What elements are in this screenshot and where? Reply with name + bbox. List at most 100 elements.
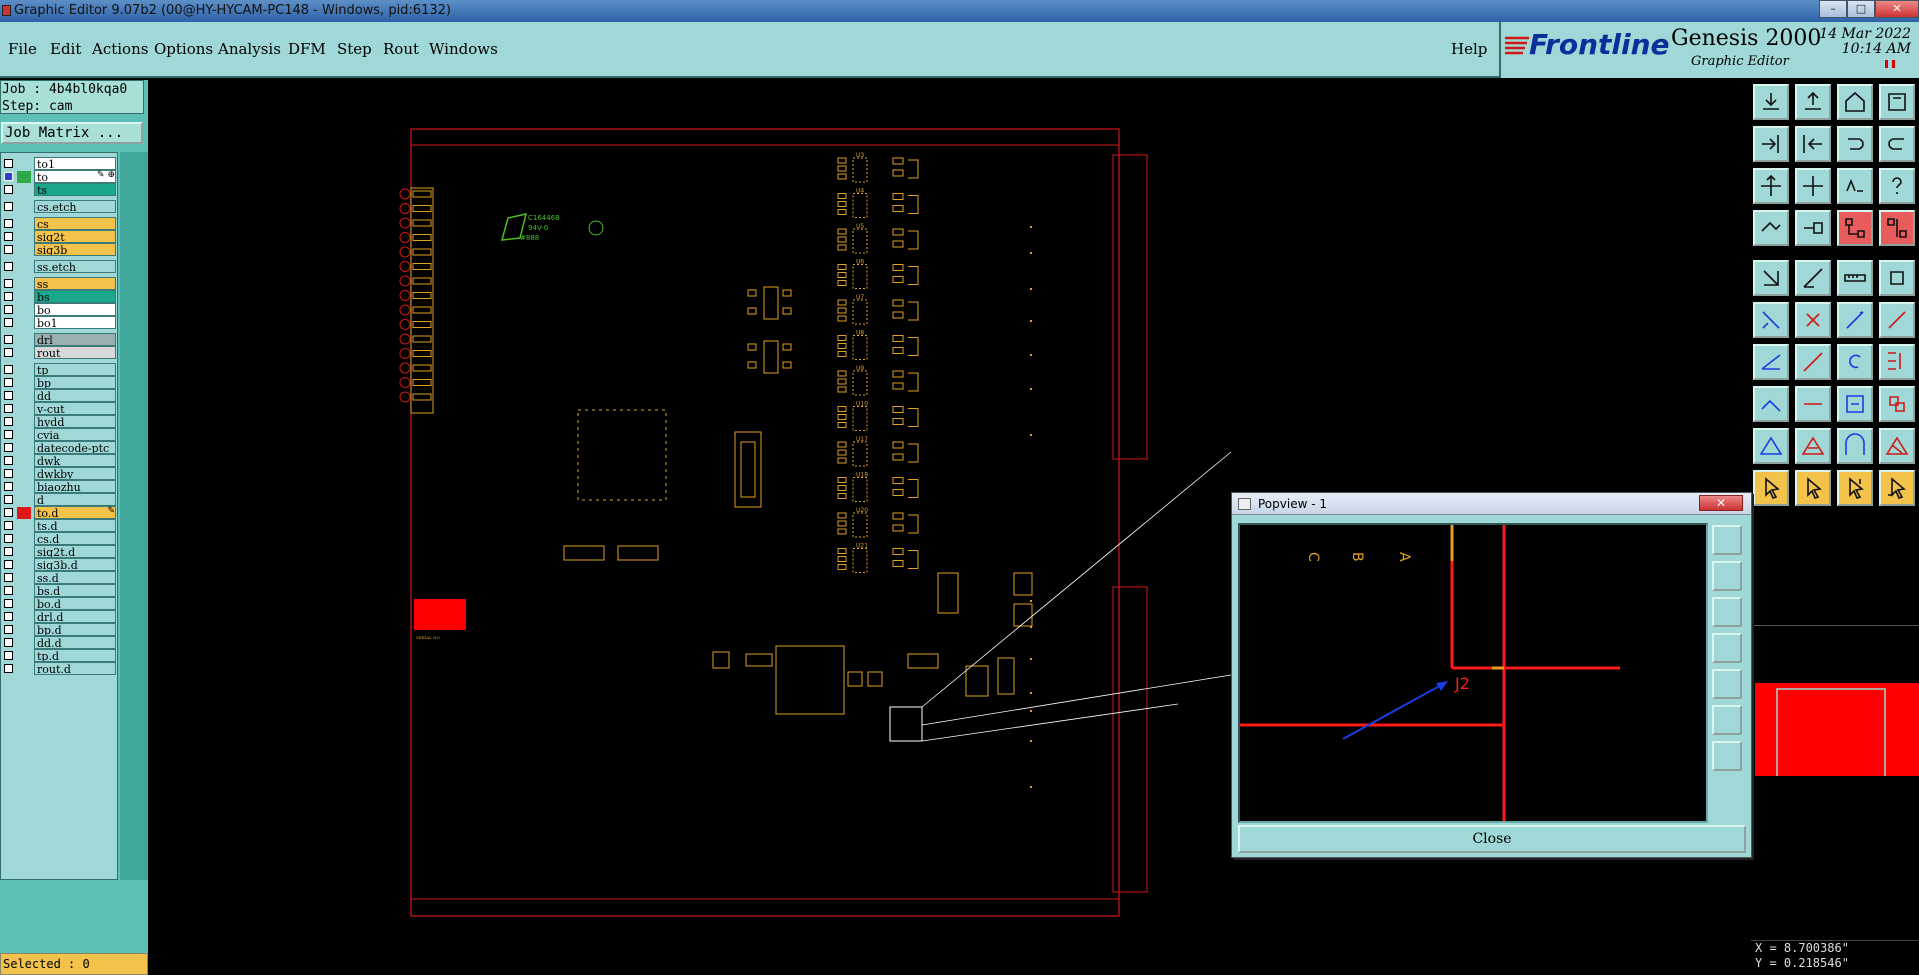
layer-name[interactable]: hydd [34,415,116,428]
layer-checkbox[interactable] [4,305,13,314]
layer-row[interactable]: sig2t [1,230,119,244]
layer-name[interactable]: ss [34,277,116,290]
export-icon[interactable] [1795,126,1831,162]
layer-checkbox[interactable] [4,404,13,413]
popview-pan-up-icon[interactable] [1712,561,1742,591]
layer-checkbox[interactable] [4,508,13,517]
layer-checkbox[interactable] [4,335,13,344]
layer-row[interactable]: cs.d [1,532,119,546]
layer-checkbox[interactable] [4,625,13,634]
layer-name[interactable]: datecode-ptc [34,441,116,454]
layer-row[interactable]: ss [1,277,119,291]
layer-row[interactable]: dwk [1,454,119,468]
open-icon[interactable] [1753,84,1789,120]
popview-close-icon[interactable]: ✕ [1699,495,1743,511]
layer-row[interactable]: ss.etch [1,260,119,274]
layer-row[interactable]: bo [1,303,119,317]
layer-row[interactable]: rout.d [1,662,119,676]
layer-checkbox[interactable] [4,159,13,168]
layer-row[interactable]: ts.d [1,519,119,533]
maximize-button[interactable]: □ [1847,0,1875,18]
help-icon[interactable] [1879,168,1915,204]
select-icon[interactable] [1753,260,1789,296]
zoom-fit-icon[interactable] [1753,168,1789,204]
layer-name[interactable]: cvia [34,428,116,441]
copy-icon[interactable] [1879,386,1915,422]
measure-icon[interactable] [1753,210,1789,246]
layer-name[interactable]: cs [34,217,116,230]
layer-row[interactable]: bp.d [1,623,119,637]
layer-name[interactable]: bp [34,376,116,389]
layer-row[interactable]: ss.d [1,571,119,585]
layer-row[interactable]: dd [1,389,119,403]
layer-name[interactable]: v-cut [34,402,116,415]
layer-name[interactable]: cs.d [34,532,116,545]
menu-edit[interactable]: Edit [50,40,81,58]
job-matrix-button[interactable]: Job Matrix ... [1,122,143,144]
layer-checkbox[interactable] [4,534,13,543]
layer-checkbox[interactable] [4,521,13,530]
pointer-move-icon[interactable] [1879,470,1915,506]
triangle-icon[interactable] [1753,428,1789,464]
pointer-icon[interactable] [1753,470,1789,506]
layer-checkbox[interactable] [4,651,13,660]
layer-name[interactable]: tp [34,363,116,376]
menu-dfm[interactable]: DFM [288,40,326,58]
layer-name[interactable]: ts [34,183,116,196]
popview-pan-right-icon[interactable] [1712,669,1742,699]
layer-row[interactable]: bp [1,376,119,390]
rotate-icon[interactable] [1837,344,1873,380]
menu-step[interactable]: Step [337,40,372,58]
menu-help[interactable]: Help [1451,40,1487,58]
stretch-icon[interactable] [1879,84,1915,120]
dimension-icon[interactable] [1837,386,1873,422]
layer-name[interactable]: tp.d [34,649,116,662]
layer-name[interactable]: sig2t [34,230,116,243]
layer-row[interactable]: drl.d [1,610,119,624]
layer-name[interactable]: dwk [34,454,116,467]
arch-icon[interactable] [1837,428,1873,464]
close-window-button[interactable]: ✕ [1875,0,1919,18]
layer-row[interactable]: v-cut [1,402,119,416]
layer-row[interactable]: tp [1,363,119,377]
layer-checkbox[interactable] [4,417,13,426]
layer-checkbox[interactable] [4,482,13,491]
layer-row[interactable]: biaozhu [1,480,119,494]
layer-checkbox[interactable] [4,185,13,194]
popview-zoom-icon[interactable] [1712,525,1742,555]
layer-row[interactable]: ts [1,183,119,197]
layer-name[interactable]: bs [34,290,116,303]
layer-name[interactable]: d [34,493,116,506]
layer-checkbox[interactable] [4,172,13,181]
popview-center-icon[interactable] [1712,741,1742,771]
layer-row[interactable]: to ✎ ⊕ [1,170,119,184]
layer-checkbox[interactable] [4,262,13,271]
text-icon[interactable] [1879,344,1915,380]
pad-icon[interactable] [1879,260,1915,296]
layer-row[interactable]: datecode-ptc [1,441,119,455]
menu-analysis[interactable]: Analysis [218,40,281,58]
layer-checkbox[interactable] [4,378,13,387]
add-point-icon[interactable] [1837,302,1873,338]
layer-checkbox[interactable] [4,560,13,569]
redo-icon[interactable] [1879,126,1915,162]
layer-row[interactable]: bs [1,290,119,304]
layer-name[interactable]: drl.d [34,610,116,623]
layers-alt-icon[interactable] [1879,210,1915,246]
menu-options[interactable]: Options [154,40,213,58]
layer-checkbox[interactable] [4,443,13,452]
layer-name[interactable]: bs.d [34,584,116,597]
layer-row[interactable]: to1 [1,157,119,171]
delete-node-icon[interactable] [1795,302,1831,338]
arc-icon[interactable] [1795,344,1831,380]
layer-row[interactable]: dd.d [1,636,119,650]
menu-file[interactable]: File [8,40,37,58]
layer-row[interactable]: sig2t.d [1,545,119,559]
menu-rout[interactable]: Rout [383,40,419,58]
layer-name[interactable]: sig3b.d [34,558,116,571]
layer-name[interactable]: dd [34,389,116,402]
connect-icon[interactable] [1753,302,1789,338]
popview-pan-left-icon[interactable] [1712,633,1742,663]
import-icon[interactable] [1753,126,1789,162]
layer-row[interactable]: sig3b [1,243,119,257]
